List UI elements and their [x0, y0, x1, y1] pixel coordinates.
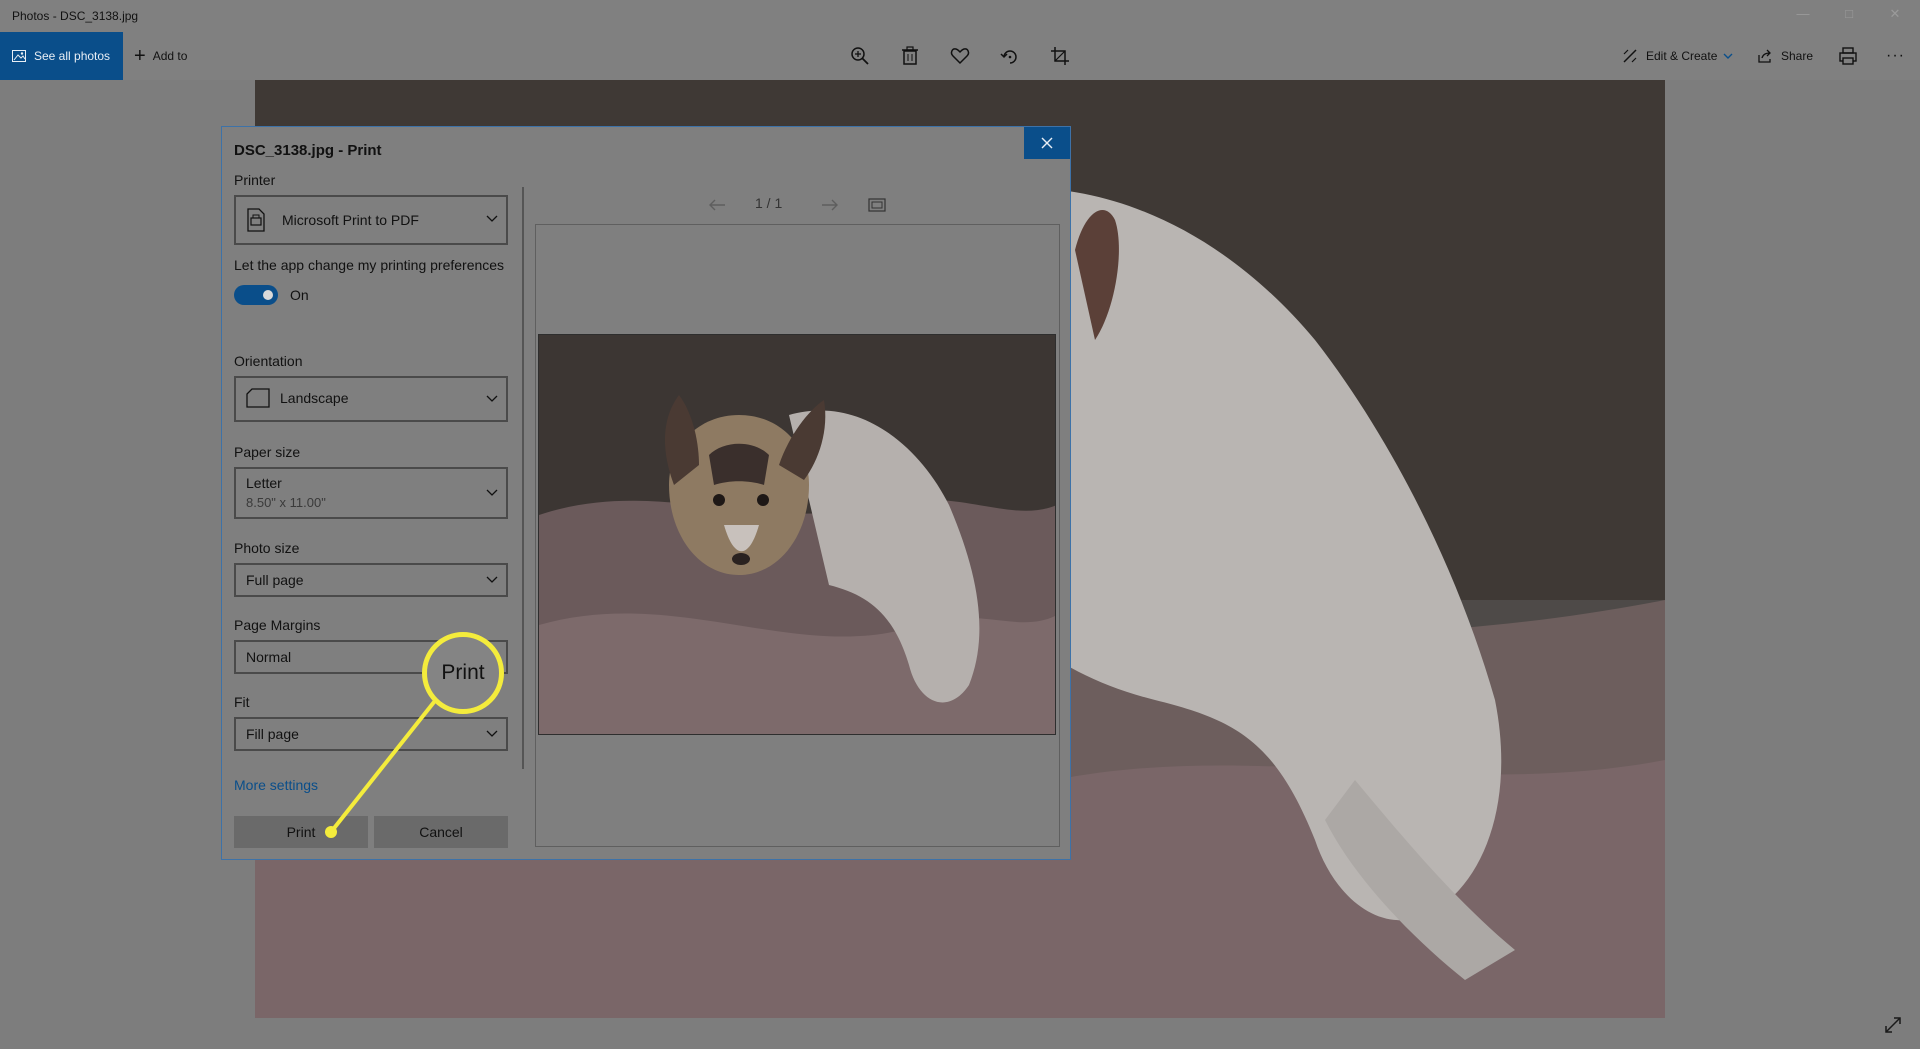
- more-options-button[interactable]: ···: [1886, 32, 1905, 80]
- share-label: Share: [1781, 49, 1814, 63]
- edit-create-button[interactable]: Edit & Create: [1622, 32, 1741, 80]
- add-to-label: Add to: [152, 49, 188, 63]
- dialog-close-button[interactable]: [1024, 127, 1070, 159]
- title-bar: Photos - DSC_3138.jpg — □ ✕: [0, 0, 1920, 32]
- panel-divider: [522, 187, 524, 769]
- preview-dog-photo: [539, 335, 1055, 734]
- window-title: Photos - DSC_3138.jpg: [12, 9, 139, 23]
- page-margins-value: Normal: [246, 649, 292, 665]
- next-page-icon[interactable]: [821, 198, 839, 212]
- printer-label: Printer: [234, 172, 276, 188]
- edit-create-label: Edit & Create: [1646, 49, 1718, 63]
- close-icon: [1041, 137, 1053, 149]
- crop-icon[interactable]: [1049, 45, 1071, 67]
- paper-size-dimensions: 8.50" x 11.00": [246, 495, 326, 510]
- toggle-knob: [263, 290, 273, 300]
- add-to-button[interactable]: + Add to: [134, 32, 187, 80]
- chevron-down-icon: [486, 489, 498, 496]
- preferences-toggle[interactable]: [234, 285, 278, 305]
- photos-icon: [12, 50, 26, 62]
- paper-size-value: Letter: [246, 475, 282, 491]
- close-window-button[interactable]: ✕: [1880, 6, 1910, 26]
- fit-select[interactable]: Fill page: [234, 717, 508, 751]
- print-icon[interactable]: [1837, 45, 1859, 67]
- plus-icon: +: [134, 44, 146, 67]
- minimize-button[interactable]: —: [1788, 6, 1818, 26]
- photo-size-value: Full page: [246, 572, 304, 588]
- fit-preview-icon[interactable]: [868, 198, 886, 212]
- chevron-down-icon: [1723, 53, 1733, 59]
- expand-icon[interactable]: [1883, 1015, 1903, 1035]
- printer-select[interactable]: Microsoft Print to PDF: [234, 195, 508, 245]
- chevron-down-icon: [486, 215, 498, 222]
- edit-create-icon: [1623, 49, 1637, 63]
- print-callout: Print: [422, 632, 504, 714]
- more-settings-link[interactable]: More settings: [234, 777, 318, 793]
- orientation-value: Landscape: [280, 390, 349, 406]
- share-icon: [1758, 49, 1771, 63]
- page-orientation-icon: [246, 388, 270, 408]
- chevron-down-icon: [486, 395, 498, 402]
- page-indicator: 1 / 1: [755, 195, 783, 211]
- page-margins-label: Page Margins: [234, 617, 321, 633]
- paper-size-label: Paper size: [234, 444, 301, 460]
- print-preview-image: [538, 334, 1056, 735]
- share-button[interactable]: Share: [1757, 32, 1813, 80]
- paper-size-select[interactable]: Letter 8.50" x 11.00": [234, 467, 508, 519]
- photo-size-select[interactable]: Full page: [234, 563, 508, 597]
- preferences-toggle-state: On: [290, 287, 309, 303]
- delete-icon[interactable]: [899, 45, 921, 67]
- orientation-select[interactable]: Landscape: [234, 376, 508, 422]
- see-all-photos-label: See all photos: [34, 49, 111, 63]
- chevron-down-icon: [486, 576, 498, 583]
- zoom-in-icon[interactable]: [849, 45, 871, 67]
- print-dialog: DSC_3138.jpg - Print Printer Microsoft P…: [221, 126, 1071, 860]
- printer-value: Microsoft Print to PDF: [282, 212, 419, 228]
- cancel-button[interactable]: Cancel: [374, 816, 508, 848]
- chevron-down-icon: [486, 730, 498, 737]
- fit-value: Fill page: [246, 726, 299, 742]
- fit-label: Fit: [234, 694, 250, 710]
- dialog-title: DSC_3138.jpg - Print: [234, 142, 382, 159]
- toolbar: See all photos + Add to Edit & Create Sh…: [0, 32, 1920, 80]
- see-all-photos-button[interactable]: See all photos: [0, 32, 123, 80]
- print-button[interactable]: Print: [234, 816, 368, 848]
- heart-icon[interactable]: [949, 45, 971, 67]
- preferences-label: Let the app change my printing preferenc…: [234, 257, 505, 273]
- rotate-icon[interactable]: [999, 45, 1021, 67]
- maximize-button[interactable]: □: [1834, 6, 1864, 26]
- previous-page-icon[interactable]: [708, 198, 726, 212]
- printer-icon: [247, 208, 265, 232]
- orientation-label: Orientation: [234, 353, 303, 369]
- photo-size-label: Photo size: [234, 540, 300, 556]
